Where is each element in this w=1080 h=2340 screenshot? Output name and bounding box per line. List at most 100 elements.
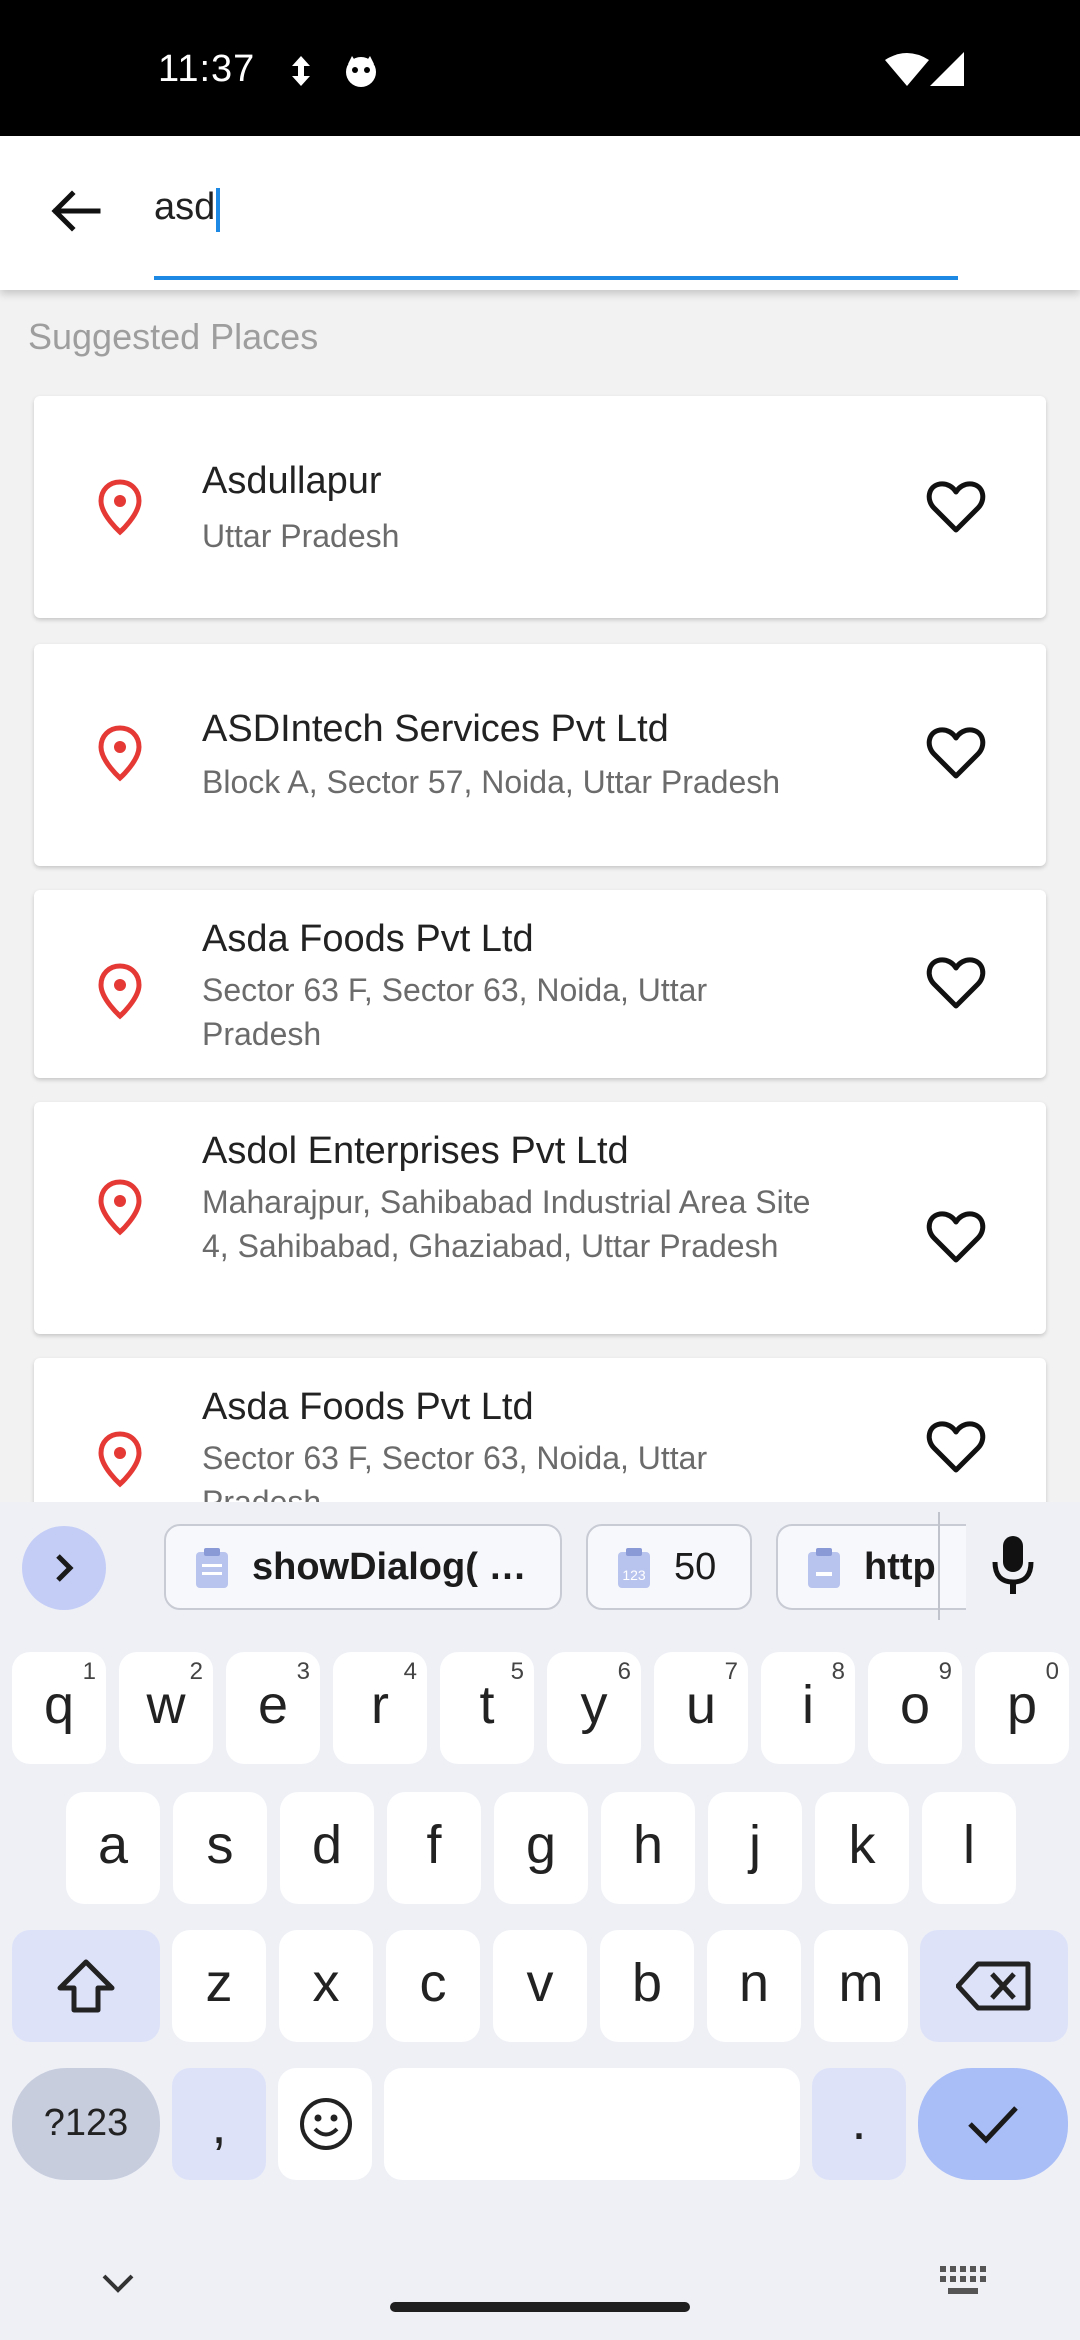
key-q[interactable]: q1 [12, 1652, 106, 1764]
key-y[interactable]: y6 [547, 1652, 641, 1764]
key-x[interactable]: x [279, 1930, 373, 2042]
location-pin-icon [98, 725, 142, 782]
clipboard-chip[interactable]: 123 50 [586, 1524, 752, 1610]
key-label: c [419, 1953, 447, 2013]
place-address: Sector 63 F, Sector 63, Noida, Uttar Pra… [202, 1440, 708, 1502]
key-h[interactable]: h [601, 1792, 695, 1904]
space-key[interactable] [384, 2068, 800, 2180]
key-d[interactable]: d [280, 1792, 374, 1904]
key-label: g [525, 1815, 557, 1875]
place-address: Uttar Pradesh [202, 518, 400, 554]
wifi-icon [885, 53, 929, 86]
key-label: k [848, 1815, 876, 1875]
key-s[interactable]: s [173, 1792, 267, 1904]
home-gesture-handle[interactable] [390, 2302, 690, 2312]
place-name: Asda Foods Pvt Ltd [202, 1386, 534, 1428]
key-m[interactable]: m [814, 1930, 908, 2042]
search-underline [154, 276, 958, 280]
clipboard-chip[interactable]: showDialog( … [164, 1524, 562, 1610]
key-hint: 3 [296, 1658, 310, 1685]
place-card[interactable]: Asdullapur Uttar Pradesh [34, 396, 1046, 618]
key-hint: 5 [510, 1658, 524, 1685]
clipboard-number-icon: 123 [618, 1548, 650, 1588]
period-key[interactable]: . [812, 2068, 906, 2180]
backspace-key[interactable] [920, 1930, 1068, 2042]
key-label: s [206, 1815, 234, 1875]
emoji-key[interactable] [278, 2068, 372, 2180]
clipboard-chip-text: http [864, 1546, 936, 1588]
key-k[interactable]: k [815, 1792, 909, 1904]
section-title: Suggested Places [28, 316, 319, 357]
key-label: d [311, 1815, 343, 1875]
favorite-heart-icon[interactable] [926, 1210, 986, 1264]
keyboard-expand-button[interactable] [22, 1526, 106, 1610]
key-l[interactable]: l [922, 1792, 1016, 1904]
key-e[interactable]: e3 [226, 1652, 320, 1764]
clipboard-chip-text: 50 [674, 1546, 717, 1588]
key-u[interactable]: u7 [654, 1652, 748, 1764]
place-address: Sector 63 F, Sector 63, Noida, Uttar Pra… [202, 972, 708, 1052]
key-t[interactable]: t5 [440, 1652, 534, 1764]
search-input[interactable] [154, 176, 958, 238]
key-label: v [526, 1953, 554, 2013]
status-bar: 11:37 [0, 0, 1080, 136]
data-saver-icon [292, 56, 310, 86]
key-i[interactable]: i8 [761, 1652, 855, 1764]
signal-icon [930, 52, 964, 86]
checkmark-icon [968, 2106, 1018, 2144]
location-pin-icon [98, 1179, 142, 1236]
key-label: a [97, 1815, 129, 1875]
location-pin-icon [98, 963, 142, 1020]
key-hint: 6 [617, 1658, 631, 1685]
location-pin-icon [98, 1431, 142, 1488]
place-card[interactable]: Asda Foods Pvt Ltd Sector 63 F, Sector 6… [34, 1358, 1046, 1502]
key-j[interactable]: j [708, 1792, 802, 1904]
notification-face-icon [346, 56, 376, 87]
suggestions-panel: Suggested Places Asdullapur Uttar Prades… [0, 290, 1080, 1502]
key-hint: 8 [831, 1658, 845, 1685]
key-p[interactable]: p0 [975, 1652, 1069, 1764]
comma-key-label: , [211, 2095, 227, 2155]
key-b[interactable]: b [600, 1930, 694, 2042]
svg-text:123: 123 [622, 1567, 646, 1583]
key-r[interactable]: r4 [333, 1652, 427, 1764]
key-hint: 1 [82, 1658, 96, 1685]
place-address: Maharajpur, Sahibabad Industrial Area Si… [202, 1184, 811, 1264]
place-name: ASDIntech Services Pvt Ltd [202, 708, 669, 750]
chevron-right-icon [56, 1554, 74, 1582]
hide-keyboard-chevron-icon[interactable] [98, 2272, 138, 2296]
search-app-bar [0, 136, 1080, 290]
key-label: l [963, 1815, 975, 1875]
key-z[interactable]: z [172, 1930, 266, 2042]
soft-keyboard: showDialog( … 123 50 http ?123 , . q 1 w… [0, 1502, 1080, 2340]
place-address: Block A, Sector 57, Noida, Uttar Pradesh [202, 764, 781, 800]
place-card[interactable]: ASDIntech Services Pvt Ltd Block A, Sect… [34, 644, 1046, 866]
place-card[interactable]: Asdol Enterprises Pvt Ltd Maharajpur, Sa… [34, 1102, 1046, 1334]
backspace-icon [956, 1961, 1031, 2011]
key-label: m [838, 1953, 884, 2013]
key-label: z [205, 1953, 233, 2013]
key-hint: 4 [403, 1658, 417, 1685]
shift-key[interactable] [12, 1930, 160, 2042]
favorite-heart-icon[interactable] [926, 1420, 986, 1474]
symbols-key[interactable]: ?123 [12, 2068, 160, 2180]
key-g[interactable]: g [494, 1792, 588, 1904]
favorite-heart-icon[interactable] [926, 956, 986, 1010]
location-pin-icon [98, 479, 142, 536]
key-v[interactable]: v [493, 1930, 587, 2042]
place-card[interactable]: Asda Foods Pvt Ltd Sector 63 F, Sector 6… [34, 890, 1046, 1078]
key-c[interactable]: c [386, 1930, 480, 2042]
key-n[interactable]: n [707, 1930, 801, 2042]
key-hint: 7 [724, 1658, 738, 1685]
arrow-back-icon[interactable] [46, 186, 106, 236]
keyboard-switch-icon[interactable] [938, 2264, 988, 2300]
comma-key[interactable]: , [172, 2068, 266, 2180]
key-o[interactable]: o9 [868, 1652, 962, 1764]
key-f[interactable]: f [387, 1792, 481, 1904]
enter-key[interactable] [918, 2068, 1068, 2180]
key-a[interactable]: a [66, 1792, 160, 1904]
favorite-heart-icon[interactable] [926, 726, 986, 780]
favorite-heart-icon[interactable] [926, 480, 986, 534]
microphone-icon[interactable] [990, 1534, 1036, 1596]
key-w[interactable]: w2 [119, 1652, 213, 1764]
